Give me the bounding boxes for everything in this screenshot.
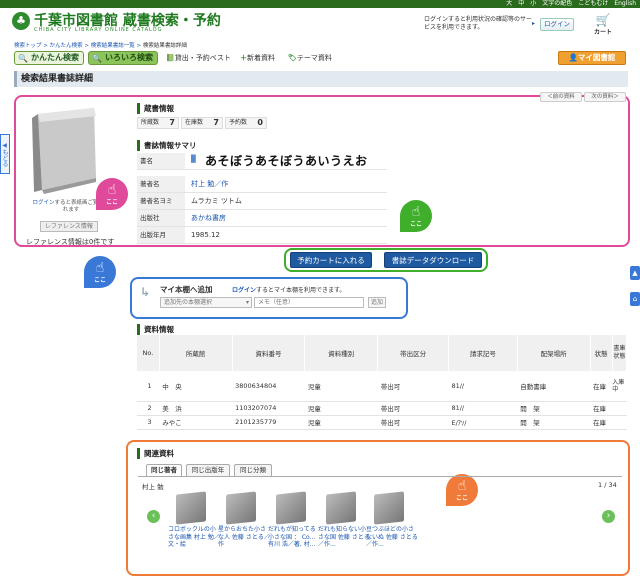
publisher-link[interactable]: あかね書房: [191, 210, 226, 226]
site-logo[interactable]: ♣ 千葉市図書館 蔵書検索・予約 CHIBA CITY LIBRARY ONLI…: [12, 10, 252, 34]
carousel-prev-icon[interactable]: ‹: [147, 510, 160, 523]
tab-various-search[interactable]: 🔍 いろいろ検索: [88, 51, 158, 65]
login-message: ログインすると利用状況の確認等のサービスを利用できます。: [424, 16, 533, 31]
table-row: 1中 央 3800634804 児童 帯出可 81//自動書庫 在庫 入庫中: [137, 371, 627, 402]
stat-in-stock: 在庫数 7: [181, 117, 223, 129]
breadcrumb-current: 検索結果書誌詳細: [142, 43, 187, 49]
items-table: No. 所蔵館 資料番号 資料種別 帯出区分 請求記号 配架場所 状態 書庫状態…: [137, 335, 628, 430]
bookshelf-arrow-icon: ↳: [140, 285, 151, 299]
my-library-button[interactable]: 👤マイ図書館: [558, 51, 626, 65]
main-nav: 🔍 かんたん検索 🔍 いろいろ検索 📗貸出・予約ベスト ＋新着資料 🏷テーマ資料: [14, 51, 628, 65]
book-cover-image: [24, 108, 104, 196]
related-book-title[interactable]: コロボックルの小さな画集 村上 勉／文・絵: [168, 526, 220, 549]
row-author: 著者名 村上 勉／作: [137, 176, 387, 193]
summary-heading: 書誌情報サマリ: [137, 140, 197, 151]
page-title: 検索結果書誌詳細: [14, 71, 628, 87]
utility-links: 大中小文字の配色 こどもむけ English: [500, 0, 636, 8]
prev-item-button[interactable]: ＜前の資料: [540, 92, 582, 102]
table-row: 2美 浜 1103207074 児童 帯出可 81//開 架在庫: [137, 401, 627, 416]
tab-easy-search[interactable]: 🔍 かんたん検索: [14, 51, 84, 65]
pointing-hand-icon: ☝: [107, 182, 117, 198]
related-book-cover[interactable]: [326, 491, 356, 525]
here-badge-green: ☝ ここ: [400, 200, 432, 232]
cart-icon: 🛒: [595, 13, 611, 27]
book-type-icon: ▉: [191, 155, 197, 163]
reference-note: レファレンス情報は0件です: [26, 238, 115, 246]
home-icon[interactable]: ⌂: [630, 292, 640, 306]
related-book-title[interactable]: 豆つぶほどの小さないぬ 佐藤 さとる／作...: [366, 526, 418, 549]
library-logo-icon: ♣: [12, 12, 30, 30]
site-subtitle: CHIBA CITY LIBRARY ONLINE CATALOG: [34, 27, 163, 33]
add-button[interactable]: 追加: [368, 297, 386, 308]
memo-input[interactable]: メモ（任意）: [254, 297, 364, 308]
related-book-cover[interactable]: [176, 491, 206, 525]
breadcrumb: 検索トップ > かんたん検索 > 検索結果書誌一覧 > 検索結果書誌詳細: [14, 43, 187, 49]
arrow-right-icon: ▸: [532, 20, 536, 27]
related-book-cover[interactable]: [374, 491, 404, 525]
pointing-hand-icon: ☝: [411, 204, 421, 220]
related-author: 村上 勉: [142, 483, 164, 491]
mybook-login-link[interactable]: ログイン: [232, 287, 256, 294]
mybook-heading: マイ本棚へ追加: [160, 285, 213, 294]
font-size-small[interactable]: 小: [530, 0, 536, 7]
here-badge-blue: ☝ ここ: [84, 256, 116, 288]
stat-holdings: 所蔵数 7: [137, 117, 179, 129]
items-heading: 資料情報: [137, 324, 174, 335]
tag-icon: 🏷: [288, 54, 297, 62]
row-pubdate: 出版年月 1985.12: [137, 227, 387, 244]
table-row: 3 みやこ 2101235779 児童 帯出可 E/ｱｿ/開 架在庫: [137, 415, 627, 430]
magnifier-icon: 🔍: [18, 54, 28, 63]
row-author-kana: 著者名ヨミ ムラカミ ツトム: [137, 193, 387, 210]
next-item-button[interactable]: 次の資料＞: [584, 92, 626, 102]
cover-login-link[interactable]: ログイン: [32, 200, 54, 206]
font-size-large[interactable]: 大: [506, 0, 512, 7]
chevron-down-icon: ▾: [245, 299, 249, 306]
breadcrumb-easy-search[interactable]: かんたん検索: [50, 43, 83, 49]
related-book-title[interactable]: だれもが知ってる小さな国 ： Co... 有川 浩／著, 村...: [268, 526, 320, 549]
holding-heading: 蔵書情報: [137, 103, 174, 114]
related-book-cover[interactable]: [226, 491, 256, 525]
user-icon: 👤: [568, 53, 578, 62]
nav-new[interactable]: ＋新着資料: [240, 53, 275, 63]
top-utility-bar: 大中小文字の配色 こどもむけ English: [0, 0, 640, 8]
here-badge-pink: ☝ ここ: [96, 178, 128, 210]
kids-link[interactable]: こどもむけ: [578, 0, 608, 7]
cart-label: カート: [593, 29, 612, 36]
english-link[interactable]: English: [614, 0, 636, 7]
pointing-hand-icon: ☝: [95, 260, 105, 276]
breadcrumb-results[interactable]: 検索結果書誌一覧: [91, 43, 135, 49]
magnifier-icon: 🔍: [92, 54, 102, 63]
reference-button[interactable]: レファレンス情報: [40, 221, 98, 232]
carousel-next-icon[interactable]: ›: [602, 510, 615, 523]
bookshelf-select[interactable]: 追加先の本棚選択 ▾: [160, 297, 252, 308]
plus-icon: ＋: [240, 54, 247, 62]
breadcrumb-top[interactable]: 検索トップ: [14, 43, 42, 49]
related-page: 1 / 34: [598, 481, 617, 489]
related-book-title[interactable]: 星からおちた小さな人 佐藤 さとる／作: [218, 526, 270, 549]
mybook-note: ログインするとマイ本棚を利用できます。: [232, 287, 346, 294]
scroll-top-icon[interactable]: ▲: [630, 266, 640, 280]
login-button[interactable]: ログイン: [540, 18, 574, 31]
tab-divider: [138, 476, 622, 477]
items-table-header: No. 所蔵館 資料番号 資料種別 帯出区分 請求記号 配架場所 状態 書庫状態: [137, 335, 628, 371]
related-heading: 関連資料: [137, 448, 174, 459]
download-button[interactable]: 書誌データダウンロード: [384, 252, 482, 268]
book-icon: 📗: [166, 54, 175, 62]
cart-button[interactable]: 🛒 カート: [588, 13, 618, 37]
row-title: 書名 ▉ あそぼうあそぼうあいうえお: [137, 153, 387, 170]
nav-best[interactable]: 📗貸出・予約ベスト: [166, 53, 231, 63]
related-book-cover[interactable]: [276, 491, 306, 525]
side-back-tab[interactable]: ◀もどる: [0, 134, 10, 174]
color-scheme-link[interactable]: 文字の配色: [542, 0, 572, 7]
book-title: あそぼうあそぼうあいうえお: [205, 154, 368, 168]
stat-reservations: 予約数 0: [225, 117, 267, 129]
font-size-medium[interactable]: 中: [518, 0, 524, 7]
nav-theme[interactable]: 🏷テーマ資料: [288, 53, 332, 63]
row-publisher: 出版社 あかね書房: [137, 210, 387, 227]
author-link[interactable]: 村上 勉／作: [191, 176, 228, 192]
reserve-cart-button[interactable]: 予約カートに入れる: [290, 252, 372, 268]
related-book-title[interactable]: だれも知らない小さな国 佐藤 さとる／作...: [318, 526, 370, 549]
